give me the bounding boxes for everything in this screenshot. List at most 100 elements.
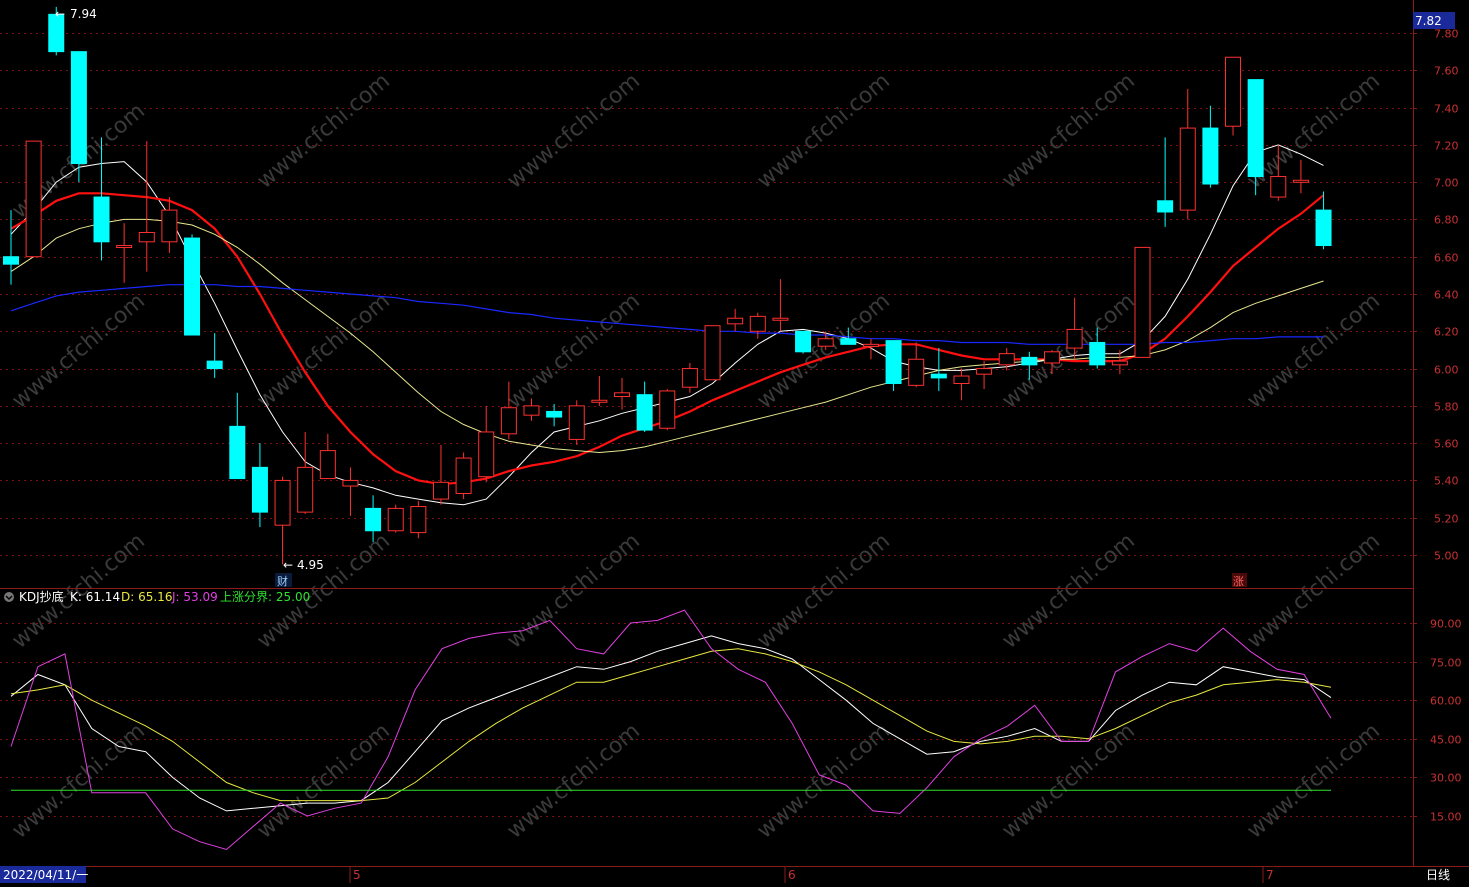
candle-body-up: [817, 338, 834, 347]
watermark-text: www.cfchi.com: [253, 69, 395, 194]
price-tick-label: 5.20: [1434, 513, 1459, 526]
candle[interactable]: [749, 312, 766, 339]
candle-body-up: [410, 506, 427, 534]
candle-body-up: [772, 317, 789, 321]
candle[interactable]: [568, 400, 585, 446]
low-arrow-icon: ←: [283, 558, 293, 572]
kdj-tick-label: 45.00: [1430, 734, 1462, 747]
candle-body-down: [795, 330, 812, 353]
finance-marker[interactable]: 财: [275, 573, 292, 588]
candle[interactable]: [546, 403, 563, 427]
candle[interactable]: [387, 504, 404, 533]
candle[interactable]: [3, 210, 19, 285]
candle-body-up: [659, 390, 676, 429]
candle-body-up: [1270, 176, 1287, 198]
kdj-tick-label: 75.00: [1430, 657, 1462, 670]
candle[interactable]: [342, 467, 359, 516]
candle-body-down: [636, 394, 653, 431]
candle-body-up: [138, 231, 155, 243]
watermark-text: www.cfchi.com: [998, 529, 1140, 654]
candle[interactable]: [704, 325, 721, 381]
watermark-text: www.cfchi.com: [753, 289, 895, 414]
candle-body-up: [523, 405, 540, 416]
candle[interactable]: [410, 500, 427, 539]
candle-body-up: [749, 315, 766, 332]
kdj-tick-label: 90.00: [1430, 618, 1462, 631]
candle[interactable]: [953, 368, 970, 401]
price-tick-label: 5.40: [1434, 475, 1459, 488]
watermark-text: www.cfchi.com: [753, 529, 895, 654]
candle-body-up: [953, 375, 970, 384]
candle[interactable]: [795, 330, 812, 354]
kdj-j-value: J: 53.09: [171, 590, 218, 604]
candle[interactable]: [274, 476, 291, 565]
candle-body-down: [546, 410, 563, 418]
candle-body-up: [704, 325, 721, 381]
candle[interactable]: [297, 431, 314, 514]
candle-body-up: [1292, 179, 1309, 183]
grid-layer: [0, 33, 1413, 817]
chart-canvas[interactable]: www.cfchi.com www.cfchi.com www.cfchi.com w…: [0, 0, 1469, 883]
candle[interactable]: [772, 279, 789, 332]
candle[interactable]: [1202, 105, 1219, 188]
candle[interactable]: [636, 381, 653, 432]
candle[interactable]: [614, 377, 631, 410]
candle[interactable]: [70, 51, 87, 183]
candle[interactable]: [25, 140, 42, 258]
candle[interactable]: [478, 405, 495, 483]
stock-chart-window: www.cfchi.com www.cfchi.com www.cfchi.com w…: [0, 0, 1469, 883]
candle[interactable]: [184, 234, 201, 336]
candle[interactable]: [885, 340, 902, 391]
candle-body-up: [1043, 351, 1060, 364]
price-tick-label: 6.00: [1434, 364, 1459, 377]
candle[interactable]: [1225, 56, 1242, 136]
candle[interactable]: [251, 443, 268, 528]
watermark-text: www.cfchi.com: [1243, 69, 1385, 194]
candle-body-up: [116, 245, 133, 249]
watermark-text: www.cfchi.com: [503, 719, 645, 844]
month-label-6: 6: [788, 868, 796, 882]
candle[interactable]: [138, 141, 155, 272]
month-label-7: 7: [1266, 868, 1274, 882]
candle-body-up: [1111, 360, 1128, 366]
candle[interactable]: [161, 197, 178, 253]
candle[interactable]: [319, 433, 336, 480]
candle-body-up: [614, 392, 631, 398]
kdj-tick-label: 60.00: [1430, 695, 1462, 708]
month-label-5: 5: [353, 868, 361, 882]
candle[interactable]: [681, 362, 698, 393]
candle[interactable]: [229, 392, 246, 480]
candle-body-down: [70, 51, 87, 164]
candle-body-up: [1134, 246, 1151, 358]
candle-body-up: [455, 457, 472, 494]
candle[interactable]: [908, 342, 925, 388]
candle-body-down: [251, 466, 268, 513]
candle-body-up: [998, 353, 1015, 366]
candle[interactable]: [455, 452, 472, 500]
rise-marker[interactable]: 涨: [1232, 573, 1247, 588]
watermark-text: www.cfchi.com: [753, 69, 895, 194]
price-tick-label: 6.80: [1434, 214, 1459, 227]
candle[interactable]: [862, 338, 879, 360]
date-label: 2022/04/11/一: [3, 868, 88, 882]
watermark-text: www.cfchi.com: [998, 289, 1140, 414]
price-tick-label: 7.20: [1434, 140, 1459, 153]
candle-body-up: [681, 368, 698, 388]
watermark-text: www.cfchi.com: [998, 69, 1140, 194]
candle[interactable]: [432, 445, 449, 505]
price-tick-label: 5.60: [1434, 438, 1459, 451]
candle-body-up: [25, 140, 42, 258]
low-annotation: ← 4.95: [283, 558, 324, 572]
candle[interactable]: [1134, 246, 1151, 358]
candle-body-down: [1089, 341, 1106, 366]
candle[interactable]: [659, 389, 676, 431]
price-tick-label: 5.80: [1434, 401, 1459, 414]
candle-body-up: [1066, 328, 1083, 349]
candle[interactable]: [206, 333, 223, 378]
watermark-text: www.cfchi.com: [753, 719, 895, 844]
period-label[interactable]: 日线: [1426, 868, 1450, 882]
candle[interactable]: [116, 223, 133, 283]
candle[interactable]: [1292, 159, 1309, 194]
candle[interactable]: [727, 308, 744, 332]
candle[interactable]: [591, 376, 608, 406]
